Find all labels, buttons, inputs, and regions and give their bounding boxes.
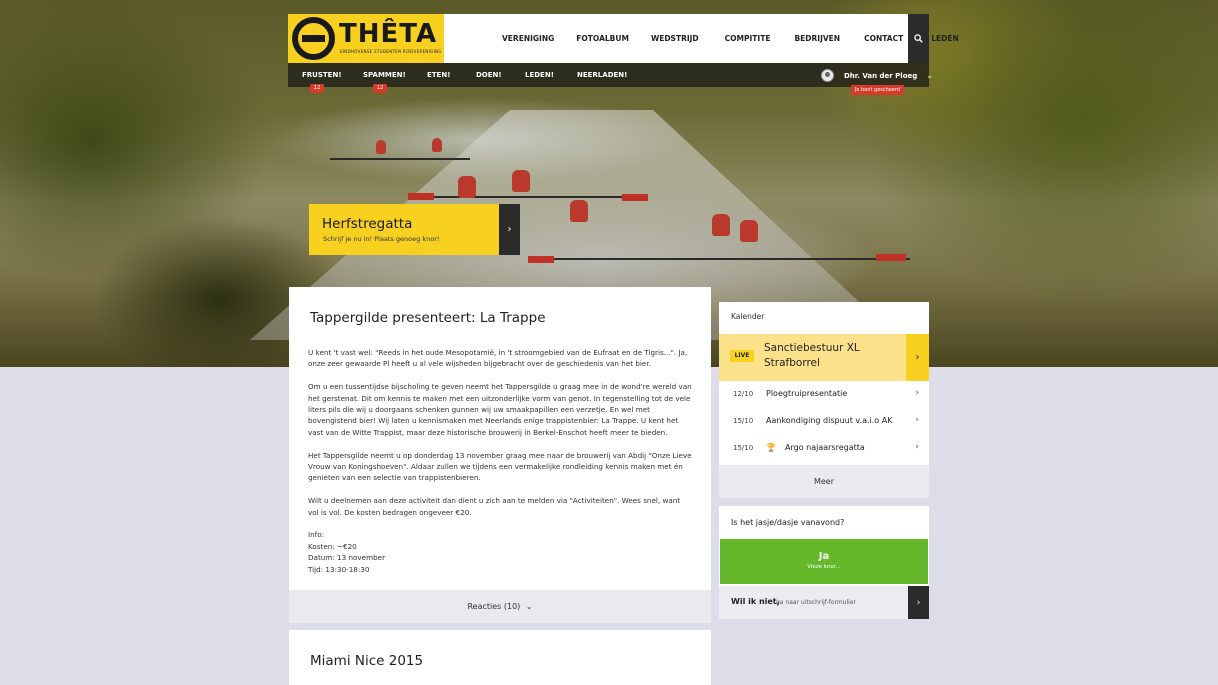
trophy-icon: 🏆 (766, 443, 776, 452)
nav-leden[interactable]: LEDEN (931, 34, 959, 43)
nav-bedrijven[interactable]: BEDRIJVEN (794, 34, 840, 43)
poll-question: Is het jasje/dasje vanavond? (731, 518, 845, 527)
frusten-count-badge: 12 (310, 84, 324, 93)
top-bar: THÊTA EINDHOVENSE STUDENTEN ROEIVERENIGI… (288, 14, 959, 63)
chevron-right-icon[interactable]: › (499, 204, 520, 255)
calendar-more-button[interactable]: Meer (719, 465, 929, 498)
nav-compitite[interactable]: COMPITITE (725, 34, 771, 43)
reactions-label: Reacties (10) (467, 602, 521, 611)
main-nav: VERENIGING FOTOALBUM WEDSTRIJD COMPITITE… (488, 14, 959, 63)
chevron-right-icon: › (908, 586, 929, 619)
logo[interactable]: THÊTA EINDHOVENSE STUDENTEN ROEIVERENIGI… (288, 14, 444, 63)
poll-no-sublabel: ga naar uitschrijf-formulier (776, 599, 857, 606)
subnav-neerladen[interactable]: NEERLADEN! (577, 63, 627, 87)
poll-no-label: Wil ik niet, (731, 597, 780, 606)
article-paragraph: U kent 't vast wel: "Reeds in het oude M… (308, 348, 688, 369)
nav-contact[interactable]: CONTACT (864, 34, 903, 43)
calendar-widget: Kalender LIVE Sanctiebestuur XL Strafbor… (719, 302, 929, 498)
event-date: 12/10 (733, 390, 754, 398)
event-date: 15/10 (733, 444, 754, 452)
event-name: Ploegtruipresentatie (766, 389, 848, 398)
info-line: Kosten: ~€20 (308, 541, 357, 551)
user-name: Dhr. Van der Ploeg (844, 71, 918, 80)
user-status-badge: Je bent gescheerd (851, 85, 904, 95)
calendar-heading: Kalender (731, 312, 765, 321)
article-card: Tappergilde presenteert: La Trappe U ken… (289, 287, 711, 623)
promo-title: Herfstregatta (322, 216, 413, 232)
poll-widget: Is het jasje/dasje vanavond? Ja Vieze kn… (719, 506, 929, 619)
article-paragraph: Wilt u deelnemen aan deze activiteit dan… (308, 496, 681, 517)
info-line: Datum: 13 november (308, 553, 386, 563)
info-line: Info: (308, 530, 325, 540)
search-icon (914, 34, 923, 43)
logo-subtitle: EINDHOVENSE STUDENTEN ROEIVERENIGING (340, 49, 442, 54)
poll-yes-button[interactable]: Ja Vieze knor... (720, 539, 928, 584)
chevron-right-icon: › (915, 415, 919, 425)
poll-yes-label: Ja (818, 551, 830, 562)
event-name: Argo najaarsregatta (785, 443, 865, 452)
nav-fotoalbum[interactable]: FOTOALBUM (576, 34, 629, 43)
event-date: 15/10 (733, 417, 754, 425)
subnav-leden[interactable]: LEDEN! (525, 63, 554, 87)
logo-title: THÊTA (339, 19, 438, 49)
article-paragraph: Om u een tussentijdse bijscholing te gev… (308, 382, 692, 437)
poll-yes-sublabel: Vieze knor... (807, 564, 841, 570)
live-event[interactable]: LIVE Sanctiebestuur XL Strafborrel › (719, 334, 929, 381)
live-badge: LIVE (730, 350, 754, 362)
avatar (821, 69, 834, 82)
subnav-eten[interactable]: ETEN! (427, 63, 450, 87)
promo-subtitle: Schrijf je nu in! Plaats genoeg knor! (323, 235, 440, 243)
chevron-right-icon: › (915, 442, 919, 452)
chevron-right-icon: › (915, 388, 919, 398)
logo-emblem-icon (292, 17, 335, 60)
calendar-event[interactable]: 15/10 Aankondiging dispuut v.a.i.o AK › (719, 408, 929, 435)
event-name: Aankondiging dispuut v.a.i.o AK (766, 416, 893, 425)
chevron-down-icon: ⌄ (525, 602, 533, 611)
calendar-event[interactable]: 15/10 🏆 Argo najaarsregatta › (719, 435, 929, 462)
reactions-button[interactable]: Reacties (10) ⌄ (289, 590, 711, 623)
search-button[interactable] (908, 14, 929, 63)
info-line: Tijd: 13:30-18:30 (308, 564, 370, 574)
subnav-doen[interactable]: DOEN! (476, 63, 502, 87)
promo-banner[interactable]: Herfstregatta Schrijf je nu in! Plaats g… (309, 204, 520, 255)
nav-vereniging[interactable]: VERENIGING (502, 34, 554, 43)
chevron-right-icon: › (906, 334, 929, 381)
user-menu[interactable]: Dhr. Van der Ploeg ⌄ (821, 69, 933, 82)
nav-wedstrijd[interactable]: WEDSTRIJD (651, 34, 699, 43)
article-title: Tappergilde presenteert: La Trappe (310, 310, 546, 326)
article-title[interactable]: Miami Nice 2015 (310, 653, 423, 669)
article-card: Miami Nice 2015 (289, 630, 711, 685)
chevron-down-icon: ⌄ (926, 71, 933, 80)
live-event-title: Sanctiebestuur XL Strafborrel (764, 342, 860, 369)
calendar-event[interactable]: 12/10 Ploegtruipresentatie › (719, 381, 929, 408)
poll-no-button[interactable]: Wil ik niet, ga naar uitschrijf-formulie… (719, 586, 929, 619)
article-paragraph: Het Tappersgilde neemt u op donderdag 13… (308, 450, 692, 483)
spammen-count-badge: 12 (373, 84, 387, 93)
article-body: U kent 't vast wel: "Reeds in het oude M… (308, 347, 693, 575)
